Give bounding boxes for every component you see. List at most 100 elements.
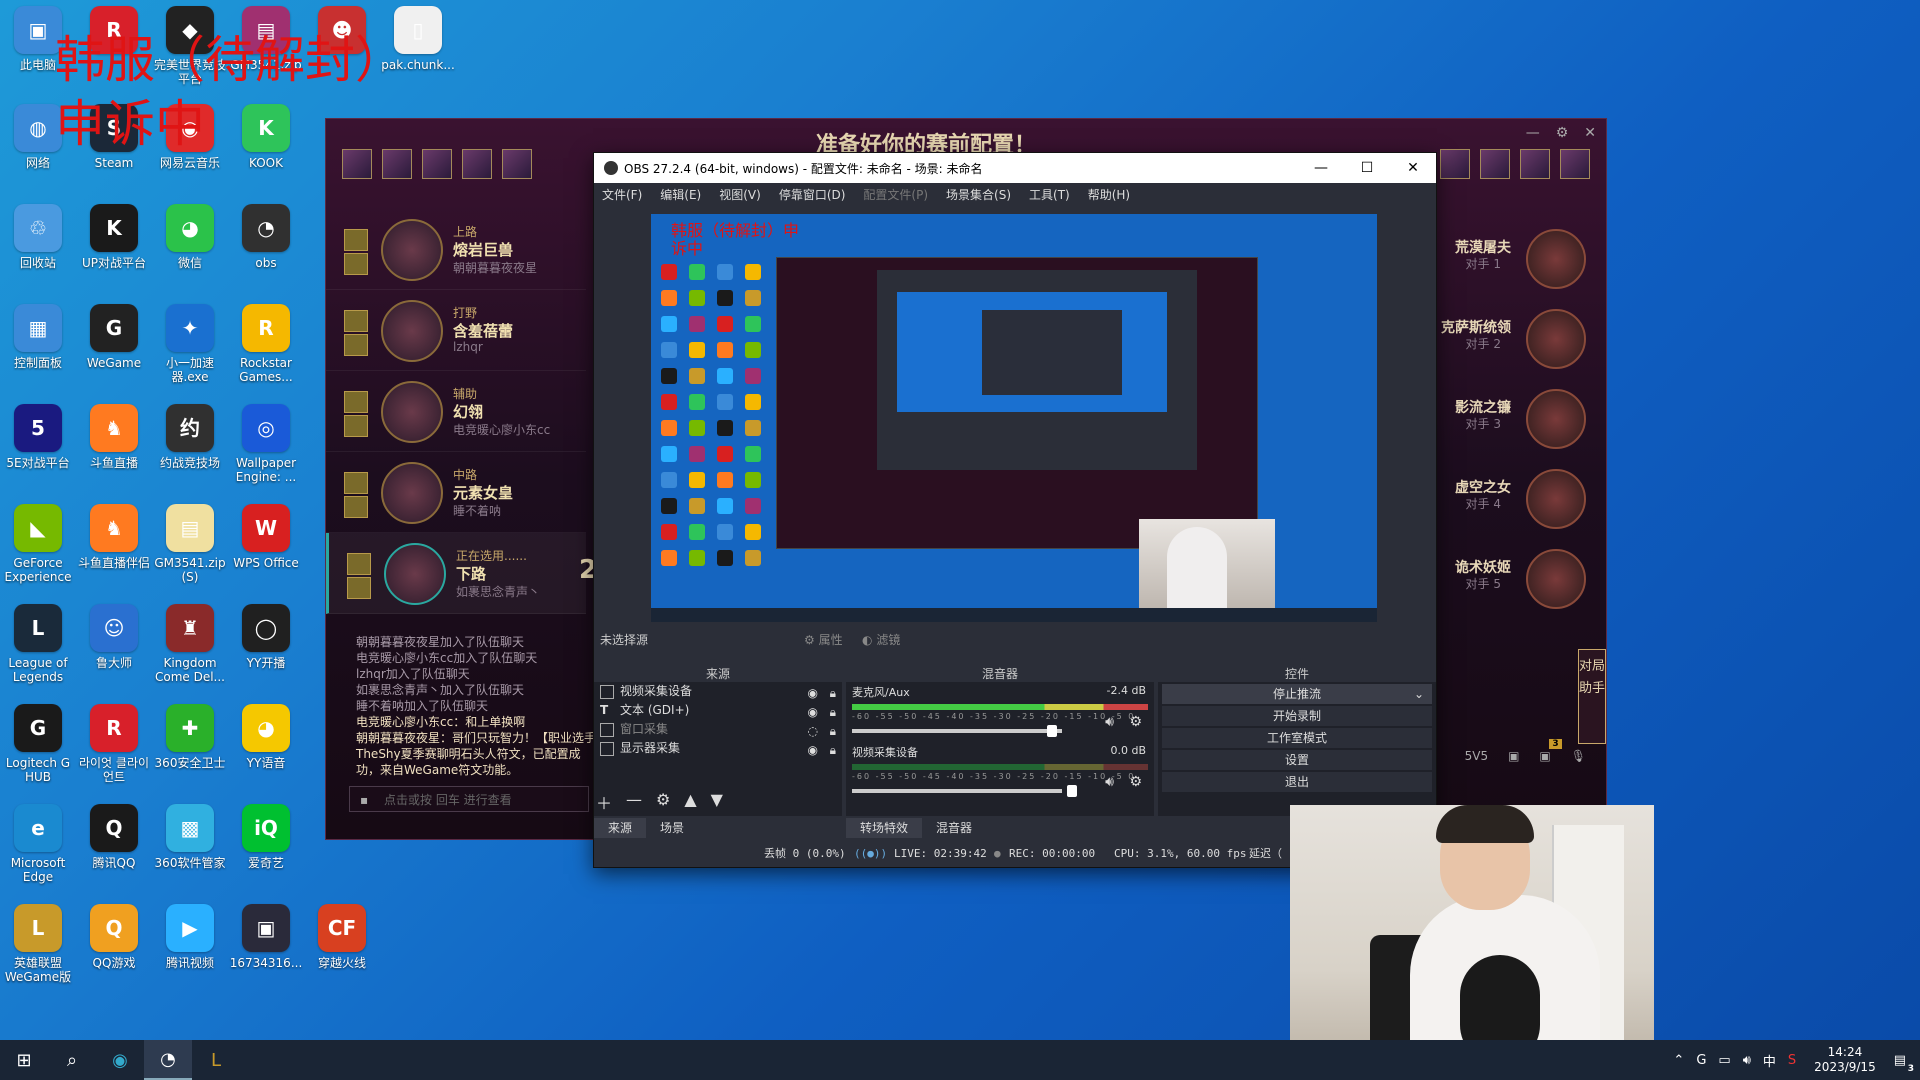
volume-icon[interactable]: 🔊︎	[1743, 1053, 1751, 1068]
speaker-icon[interactable]: 🔊︎	[1105, 714, 1114, 730]
desktop-icon[interactable]: ◎ Wallpaper Engine: ...	[228, 404, 304, 484]
desktop-icon[interactable]: R 라이엇 클라이언트	[76, 704, 152, 784]
gear-icon[interactable]: ⚙	[1129, 774, 1142, 790]
tray-app-icon[interactable]: G	[1696, 1053, 1706, 1068]
filters-button[interactable]: ◐ 滤镜	[862, 630, 900, 650]
minimize-button[interactable]: —	[1298, 153, 1344, 183]
notification-center-icon[interactable]: ▤ 3	[1894, 1053, 1914, 1074]
visibility-eye-icon[interactable]: ◉	[808, 741, 818, 760]
desktop-icon[interactable]: 约约战竞技场	[152, 404, 228, 470]
taskbar-lol[interactable]: L	[192, 1040, 240, 1080]
desktop-icon[interactable]: ◣ GeForce Experience	[0, 504, 76, 584]
menu-profile[interactable]: 配置文件(P)	[863, 186, 928, 203]
menu-scene-collection[interactable]: 场景集合(S)	[946, 186, 1011, 203]
tab-sources[interactable]: 来源	[594, 818, 647, 838]
volume-slider[interactable]	[852, 725, 1062, 737]
summoner-spell-icon[interactable]	[347, 553, 371, 575]
mini-desktop-icon	[745, 290, 761, 306]
menu-edit[interactable]: 编辑(E)	[660, 186, 701, 203]
settings-button[interactable]: 设置	[1162, 750, 1432, 770]
desktop-icon[interactable]: ☺ 鲁大师	[76, 604, 152, 670]
start-button[interactable]: ⊞	[0, 1040, 48, 1080]
gear-icon[interactable]: ⚙	[1556, 125, 1569, 141]
desktop-icon[interactable]: ▩ 360软件管家	[152, 804, 228, 870]
desktop-icon[interactable]: ◔ obs	[228, 204, 304, 270]
desktop-icon[interactable]: R Rockstar Games...	[228, 304, 304, 384]
network-icon[interactable]: ▭	[1718, 1053, 1730, 1068]
desktop-icon[interactable]: Q QQ游戏	[76, 904, 152, 970]
taskbar-obs[interactable]: ◔	[144, 1040, 192, 1080]
obs-preview-canvas[interactable]: 韩服（待解封）申诉中	[651, 214, 1377, 622]
match-assistant-button[interactable]: 对局助手	[1578, 649, 1606, 744]
tab-mixer[interactable]: 混音器	[922, 818, 986, 838]
desktop-icon[interactable]: iQ 爱奇艺	[228, 804, 304, 870]
emote-icon[interactable]: ▣	[1508, 749, 1519, 763]
clock[interactable]: 14:24 2023/9/15	[1814, 1045, 1876, 1075]
menu-help[interactable]: 帮助(H)	[1088, 186, 1130, 203]
desktop-icon[interactable]: ♜ Kingdom Come Del...	[152, 604, 228, 684]
maximize-button[interactable]: ☐	[1344, 153, 1390, 183]
gear-icon[interactable]: ⚙	[656, 790, 670, 814]
tab-scenes[interactable]: 场景	[646, 818, 698, 838]
desktop-icon[interactable]: ▤ GM3541.zip (S)	[152, 504, 228, 584]
desktop-icon[interactable]: G WeGame	[76, 304, 152, 370]
desktop-icon[interactable]: Q 腾讯QQ	[76, 804, 152, 870]
gear-icon[interactable]: ⚙	[1129, 714, 1142, 730]
slider-knob[interactable]	[1067, 785, 1077, 797]
start-recording-button[interactable]: 开始录制	[1162, 706, 1432, 726]
desktop-icon[interactable]: e Microsoft Edge	[0, 804, 76, 884]
taskbar-edge[interactable]: ◉	[96, 1040, 144, 1080]
source-item[interactable]: T 文本 (GDI+) ◉ 🔒︎	[594, 701, 842, 720]
desktop-icon[interactable]: ◕ 微信	[152, 204, 228, 270]
desktop-icon[interactable]: ▣ 16734316...	[228, 904, 304, 970]
source-item[interactable]: 视频采集设备 ◉ 🔒︎	[594, 682, 842, 701]
add-icon[interactable]: ＋	[596, 790, 612, 814]
desktop-icon[interactable]: K UP对战平台	[76, 204, 152, 270]
desktop-icon[interactable]: L 英雄联盟WeGame版	[0, 904, 76, 984]
close-button[interactable]: ✕	[1390, 153, 1436, 183]
desktop-icon[interactable]: ♲ 回收站	[0, 204, 76, 270]
desktop-icon[interactable]: ◯ YY开播	[228, 604, 304, 670]
desktop-icon[interactable]: W WPS Office	[228, 504, 304, 570]
move-down-icon[interactable]: ▼	[711, 790, 723, 814]
desktop-icon[interactable]: L League of Legends	[0, 604, 76, 684]
slider-knob[interactable]	[1047, 725, 1057, 737]
menu-file[interactable]: 文件(F)	[602, 186, 642, 203]
chest-icon[interactable]: ▣ 3	[1539, 739, 1562, 763]
desktop-icon[interactable]: ✚ 360安全卫士	[152, 704, 228, 770]
menu-docks[interactable]: 停靠窗口(D)	[779, 186, 846, 203]
lock-icon[interactable]: 🔒︎	[830, 741, 836, 760]
properties-button[interactable]: ⚙ 属性	[804, 630, 843, 650]
stop-streaming-button[interactable]: 停止推流 ⌄	[1162, 684, 1432, 704]
speaker-icon[interactable]: 🔊︎	[1105, 774, 1114, 790]
source-item[interactable]: 窗口采集 ◌ 🔒︎	[594, 720, 842, 739]
desktop-icon[interactable]: 5 5E对战平台	[0, 404, 76, 470]
desktop-icon[interactable]: ▶ 腾讯视频	[152, 904, 228, 970]
close-icon[interactable]: ✕	[1584, 125, 1596, 141]
source-item[interactable]: 显示器采集 ◉ 🔒︎	[594, 739, 842, 758]
tab-transitions[interactable]: 转场特效	[846, 818, 923, 838]
desktop-icon[interactable]: ▦ 控制面板	[0, 304, 76, 370]
remove-icon[interactable]: —	[626, 790, 642, 814]
minimize-icon[interactable]: —	[1526, 125, 1540, 141]
input-method-icon[interactable]: S	[1788, 1053, 1796, 1068]
desktop-icon[interactable]: ♞ 斗鱼直播	[76, 404, 152, 470]
tray-chevron-icon[interactable]: ⌃	[1673, 1053, 1684, 1068]
exit-button[interactable]: 退出	[1162, 772, 1432, 792]
summoner-spell-icon[interactable]	[347, 577, 371, 599]
studio-mode-button[interactable]: 工作室模式	[1162, 728, 1432, 748]
chat-input[interactable]: ▪ 点击或按 回车 进行查看	[349, 786, 589, 812]
desktop-icon[interactable]: CF 穿越火线	[304, 904, 380, 970]
menu-tools[interactable]: 工具(T)	[1029, 186, 1070, 203]
desktop-icon[interactable]: ♞ 斗鱼直播伴侣	[76, 504, 152, 570]
menu-view[interactable]: 视图(V)	[719, 186, 761, 203]
desktop-icon[interactable]: ✦ 小一加速器.exe	[152, 304, 228, 384]
move-up-icon[interactable]: ▲	[684, 790, 696, 814]
volume-slider[interactable]	[852, 785, 1077, 797]
search-button[interactable]: ⌕	[48, 1040, 96, 1080]
ime-indicator[interactable]: 中	[1763, 1051, 1776, 1070]
desktop-icon[interactable]: ◕ YY语音	[228, 704, 304, 770]
mic-icon[interactable]: 🎙	[1571, 749, 1586, 763]
desktop-icon[interactable]: G Logitech G HUB	[0, 704, 76, 784]
desktop-icon[interactable]: K KOOK	[228, 104, 304, 170]
